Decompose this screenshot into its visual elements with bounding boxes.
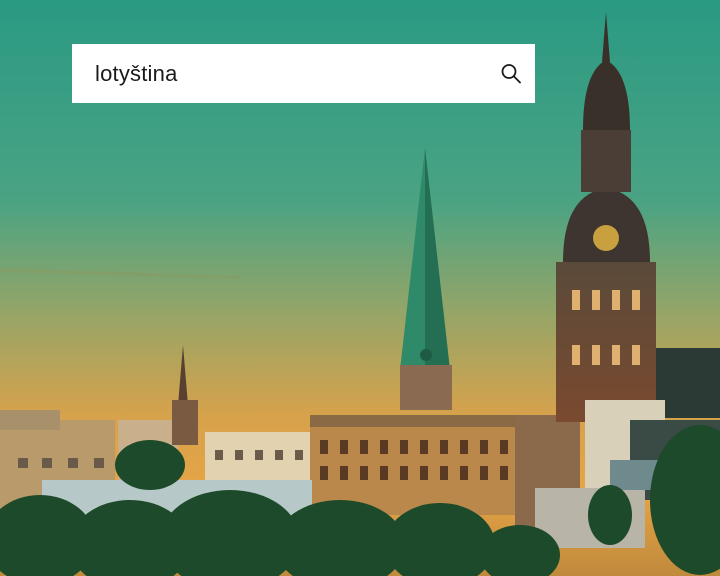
search-icon[interactable]: [499, 62, 523, 86]
search-input[interactable]: lotyština: [95, 61, 178, 87]
search-box[interactable]: lotyština: [72, 44, 535, 103]
